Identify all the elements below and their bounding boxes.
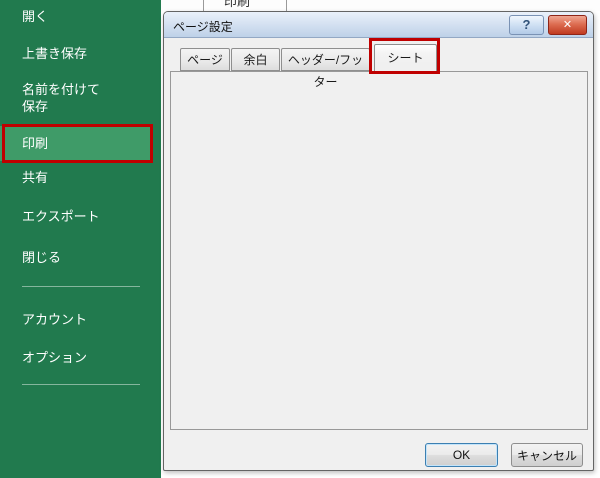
sidebar-item-options[interactable]: オプション (22, 349, 87, 366)
toolbar-divider (203, 0, 204, 11)
sidebar-item-print[interactable]: 印刷 (22, 135, 48, 152)
backstage-sidebar: 開く 上書き保存 名前を付けて 保存 印刷 共有 エクスポート 閉じる アカウン… (0, 0, 161, 478)
sidebar-item-account[interactable]: アカウント (22, 311, 87, 328)
sidebar-separator (22, 384, 140, 385)
sidebar-item-close[interactable]: 閉じる (22, 249, 61, 266)
dialog-titlebar: ページ設定 ? ✕ (164, 12, 593, 38)
sidebar-item-save[interactable]: 上書き保存 (22, 45, 87, 62)
close-button[interactable]: ✕ (548, 15, 587, 35)
screen: 印刷 開く 上書き保存 名前を付けて 保存 印刷 共有 エクスポート 閉じる ア… (0, 0, 600, 478)
cancel-button[interactable]: キャンセル (511, 443, 583, 467)
toolbar-divider (286, 0, 287, 11)
clipped-print-label: 印刷 (224, 0, 251, 9)
ok-button[interactable]: OK (425, 443, 498, 467)
page-setup-dialog: ページ設定 ? ✕ ページ 余白 ヘッダー/フッター シート 印刷範囲(A): (163, 11, 594, 471)
sidebar-separator (22, 286, 140, 287)
tab-margins[interactable]: 余白 (231, 48, 280, 71)
close-icon: ✕ (562, 19, 573, 31)
help-icon: ? (522, 17, 531, 32)
dialog-title: ページ設定 (173, 20, 233, 34)
sidebar-item-export[interactable]: エクスポート (22, 208, 100, 225)
sidebar-item-open[interactable]: 開く (22, 8, 48, 25)
tab-page[interactable]: ページ (180, 48, 230, 71)
background-toolbar-strip: 印刷 (161, 0, 600, 11)
tab-sheet[interactable]: シート (374, 44, 437, 72)
sidebar-item-saveas[interactable]: 名前を付けて 保存 (22, 81, 100, 115)
sidebar-item-share[interactable]: 共有 (22, 169, 48, 186)
tab-header-footer[interactable]: ヘッダー/フッター (281, 48, 370, 89)
sheet-tab-pane (170, 71, 588, 430)
help-button[interactable]: ? (509, 15, 544, 35)
